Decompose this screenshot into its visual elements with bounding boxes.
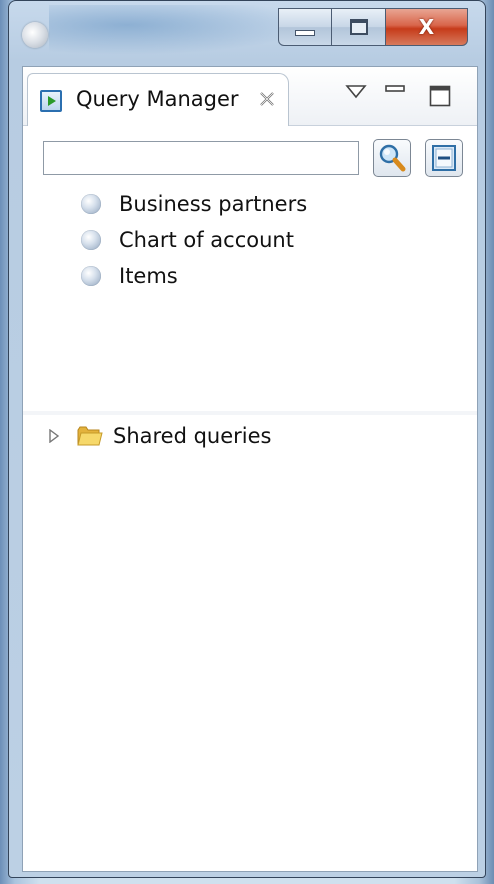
list-item[interactable]: Business partners <box>81 189 307 219</box>
list-item[interactable]: Items <box>81 261 178 291</box>
pane-divider[interactable] <box>23 411 477 415</box>
view-minimize-icon[interactable] <box>385 85 405 93</box>
query-bullet-icon <box>81 194 101 214</box>
expand-arrow-icon[interactable] <box>47 429 61 443</box>
tree-node-label: Shared queries <box>113 424 272 448</box>
tab-query-manager[interactable]: Query Manager <box>27 73 289 126</box>
collapse-all-icon <box>432 145 456 171</box>
view-tabstrip: Query Manager <box>23 67 477 126</box>
tab-label: Query Manager <box>76 87 239 111</box>
window-minimize-button[interactable] <box>278 8 332 46</box>
query-manager-icon <box>40 90 62 112</box>
view-maximize-icon[interactable] <box>429 85 451 107</box>
window-maximize-button[interactable] <box>332 8 386 46</box>
tree-node-shared-queries[interactable]: Shared queries <box>47 419 272 453</box>
window-close-button[interactable]: X <box>386 8 468 46</box>
view-panel: Query Manager Business partners Chart of… <box>22 66 478 872</box>
query-bullet-icon <box>81 266 101 286</box>
minimize-icon <box>295 30 315 36</box>
search-button[interactable] <box>373 139 411 177</box>
window-controls: X <box>278 8 468 46</box>
item-label: Items <box>119 264 178 288</box>
item-label: Business partners <box>119 192 308 216</box>
shared-queries-tree: Shared queries <box>23 419 477 859</box>
app-icon[interactable] <box>22 22 48 48</box>
collapse-all-button[interactable] <box>425 139 463 177</box>
item-label: Chart of account <box>119 228 294 252</box>
folder-icon <box>77 426 103 446</box>
maximize-icon <box>349 19 368 35</box>
tab-close-icon[interactable] <box>258 90 276 108</box>
query-bullet-icon <box>81 230 101 250</box>
search-input[interactable] <box>43 141 359 175</box>
titlebar[interactable] <box>49 5 309 55</box>
list-item[interactable]: Chart of account <box>81 225 294 255</box>
view-menu-icon[interactable] <box>345 83 367 101</box>
query-list: Business partners Chart of account Items <box>23 187 477 411</box>
search-icon <box>379 144 406 172</box>
close-icon: X <box>418 15 435 39</box>
